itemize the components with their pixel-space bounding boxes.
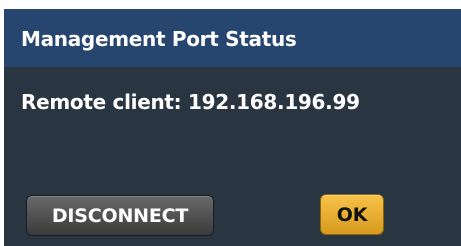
ok-button[interactable]: OK: [320, 194, 384, 235]
dialog-title: Management Port Status: [21, 27, 297, 51]
remote-client-message: Remote client: 192.168.196.99: [21, 90, 360, 114]
management-port-status-dialog: Management Port Status Remote client: 19…: [4, 9, 461, 246]
dialog-title-bar: Management Port Status: [4, 9, 461, 67]
disconnect-button[interactable]: DISCONNECT: [26, 195, 214, 236]
